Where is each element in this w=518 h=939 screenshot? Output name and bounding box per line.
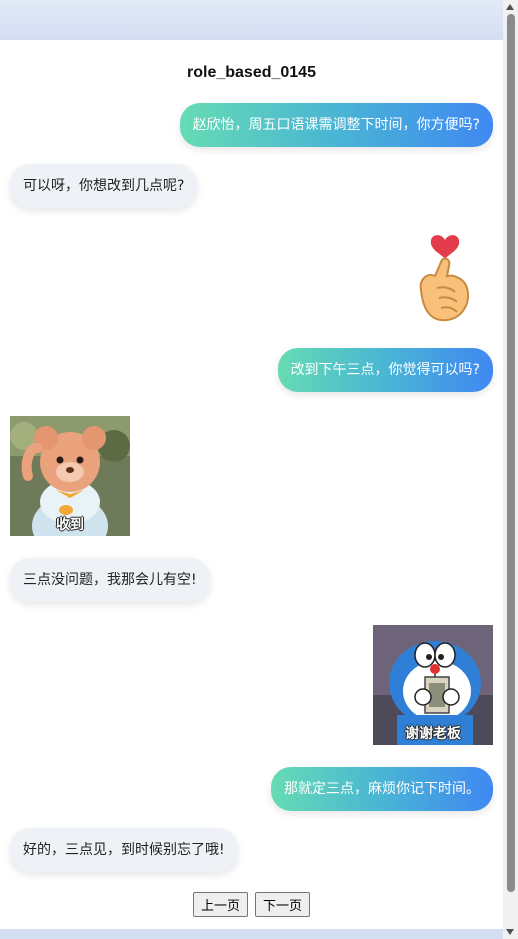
- message-bubble-sent: 那就定三点，麻烦你记下时间。: [271, 767, 493, 811]
- message-text: 可以呀，你想改到几点呢?: [23, 178, 185, 194]
- bear-mascot-sticker: 收到: [10, 416, 130, 536]
- sticker-caption: 收到: [56, 517, 84, 533]
- finger-heart-icon: [413, 232, 477, 324]
- message-text: 好的，三点见，到时候别忘了哦!: [23, 842, 225, 858]
- message-bubble-received: 三点没问题，我那会儿有空!: [10, 558, 210, 602]
- chat-panel: role_based_0145 赵欣怡，周五口语课需调整下时间，你方便吗? 可以…: [0, 40, 503, 929]
- message-bubble-received: 可以呀，你想改到几点呢?: [10, 164, 198, 208]
- message-bubble-sent: 赵欣怡，周五口语课需调整下时间，你方便吗?: [179, 103, 493, 147]
- next-page-button[interactable]: 下一页: [255, 892, 311, 917]
- message-text: 三点没问题，我那会儿有空!: [23, 572, 197, 588]
- chat-title: role_based_0145: [187, 64, 316, 81]
- message-bubble-sent: 改到下午三点，你觉得可以吗?: [277, 348, 493, 392]
- pagination: 上一页 下一页: [0, 892, 503, 917]
- scroll-down-arrow-icon[interactable]: [506, 929, 514, 935]
- message-text: 那就定三点，麻烦你记下时间。: [284, 781, 480, 797]
- scrollbar-thumb[interactable]: [507, 14, 515, 892]
- doraemon-sticker: 谢谢老板: [373, 625, 493, 745]
- scroll-up-arrow-icon[interactable]: [506, 4, 514, 10]
- sticker-caption: 谢谢老板: [405, 726, 461, 742]
- bottom-band: [0, 929, 518, 939]
- prev-page-button[interactable]: 上一页: [192, 892, 248, 917]
- vertical-scrollbar[interactable]: [503, 0, 518, 939]
- message-text: 改到下午三点，你觉得可以吗?: [290, 362, 480, 378]
- message-text: 赵欣怡，周五口语课需调整下时间，你方便吗?: [192, 117, 480, 133]
- message-bubble-received: 好的，三点见，到时候别忘了哦!: [10, 828, 238, 872]
- top-band: [0, 0, 518, 40]
